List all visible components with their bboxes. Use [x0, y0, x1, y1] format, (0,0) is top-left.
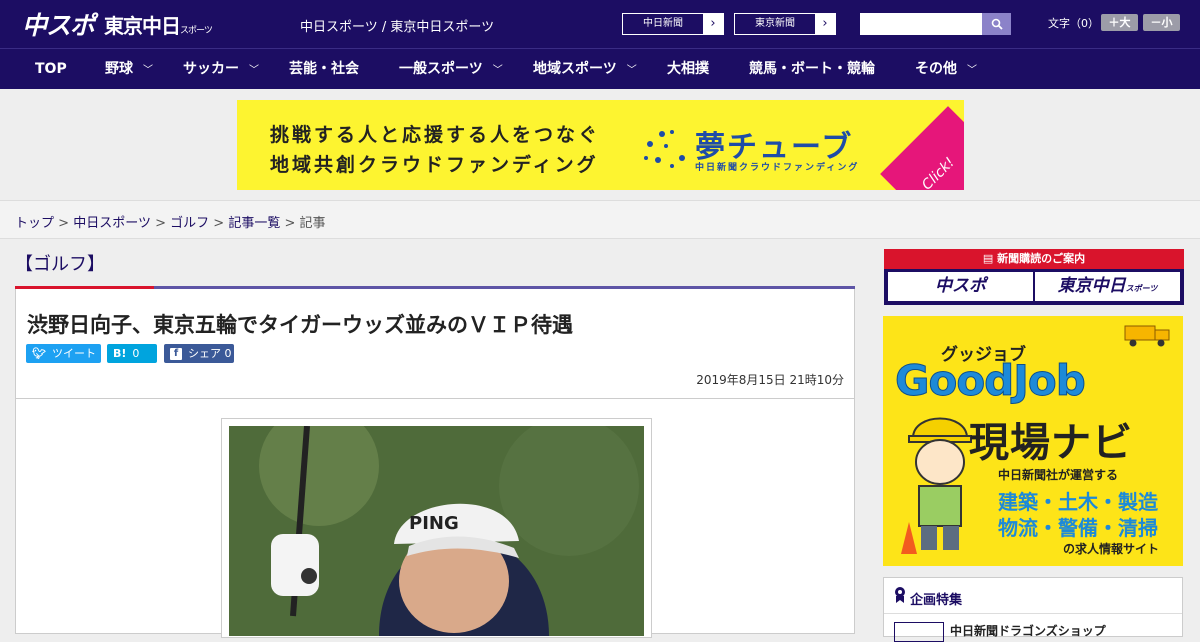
chevron-down-icon: ﹀: [143, 65, 153, 76]
site-logo[interactable]: 中スポ 東京中日スポーツ: [22, 7, 213, 41]
font-size-label: 文字（0）: [1048, 17, 1099, 30]
chevron-down-icon: ﹀: [626, 65, 637, 76]
main-nav: TOP 野球 ﹀ サッカー ﹀ 芸能・社会 一般スポーツ ﹀ 地域スポーツ ﹀ 大相撲 …: [0, 48, 1200, 89]
banner-copy: 挑戦する人と応援する人をつなぐ 地域共創クラウドファンディング: [270, 124, 601, 176]
award-ribbon-icon: [895, 587, 905, 603]
newspaper-icon: ▤: [982, 252, 998, 265]
article-photo[interactable]: PING: [229, 426, 644, 636]
nav-top[interactable]: TOP: [35, 49, 67, 89]
article-title: 渋野日向子、東京五輪でタイガーウッズ並みのＶＩＰ待遇: [27, 313, 573, 337]
chevron-right-icon: ›: [703, 14, 723, 34]
chunichi-shimbun-button[interactable]: 中日新聞 ›: [622, 13, 724, 35]
tweet-button[interactable]: 🐦︎ ツイート: [26, 344, 101, 363]
article-date: 2019年8月15日 21時10分: [696, 373, 844, 387]
golfer-photo-illustration: PING: [229, 426, 644, 636]
logo-chuspo: 中スポ: [22, 11, 95, 40]
hatena-icon: B!: [113, 347, 127, 360]
search-button[interactable]: [982, 13, 1011, 35]
goodjob-categories-2: 物流・警備・清掃: [998, 516, 1158, 540]
nav-general-sports[interactable]: 一般スポーツ ﹀: [399, 49, 503, 89]
search-icon: [991, 18, 1003, 30]
feature-dragons-shop-link[interactable]: 中日新聞ドラゴンズショップ: [950, 622, 1106, 639]
nav-sumo[interactable]: 大相撲: [667, 49, 709, 89]
hatena-count: 0: [132, 347, 140, 360]
article-card: 渋野日向子、東京五輪でタイガーウッズ並みのＶＩＰ待遇 🐦︎ ツイート B! 0 fシ…: [15, 289, 855, 638]
tokyo-shimbun-label: 東京新聞: [735, 14, 815, 34]
breadcrumb-current: 記事: [299, 216, 326, 231]
facebook-icon: f: [170, 347, 182, 360]
breadcrumb-article-list[interactable]: 記事一覧: [228, 216, 280, 231]
breadcrumb-chunichi-sports[interactable]: 中日スポーツ: [73, 216, 151, 231]
crowdfunding-banner[interactable]: 挑戦する人と応援する人をつなぐ 地域共創クラウドファンディング 夢チューブ 中日…: [237, 100, 964, 190]
features-box: 企画特集 中日新聞ドラゴンズショップ: [883, 577, 1183, 642]
goodjob-tagline: の求人情報サイト: [1063, 542, 1160, 556]
search-input[interactable]: [860, 13, 982, 35]
banner-area: 挑戦する人と応援する人をつなぐ 地域共創クラウドファンディング 夢チューブ 中日…: [0, 89, 1200, 200]
breadcrumb-golf[interactable]: ゴルフ: [170, 216, 209, 231]
breadcrumb-top[interactable]: トップ: [15, 216, 54, 231]
goodjob-categories-1: 建築・土木・製造: [998, 490, 1158, 514]
nav-baseball[interactable]: 野球 ﹀: [105, 49, 153, 89]
breadcrumb: トップ > 中日スポーツ > ゴルフ > 記事一覧 > 記事: [15, 216, 326, 231]
features-title: 企画特集: [910, 593, 963, 608]
banner-logo-sub: 中日新聞クラウドファンディング: [695, 163, 860, 173]
goodjob-logo: GoodJob: [895, 356, 1087, 406]
subscribe-tokyo-chunichi-button[interactable]: 東京中日スポーツ: [1035, 272, 1180, 301]
font-smaller-button[interactable]: －小: [1143, 14, 1180, 31]
breadcrumb-bar: トップ > 中日スポーツ > ゴルフ > 記事一覧 > 記事: [0, 200, 1200, 239]
chevron-down-icon: ﹀: [492, 65, 503, 76]
chevron-right-icon: ›: [815, 14, 835, 34]
truck-icon: [1124, 325, 1170, 347]
category-heading: 【ゴルフ】: [15, 254, 105, 275]
features-header: 企画特集: [884, 578, 1182, 614]
chunichi-shimbun-label: 中日新聞: [623, 14, 703, 34]
dots-icon: [644, 130, 685, 168]
site-links[interactable]: 中日スポーツ / 東京中日スポーツ: [300, 16, 494, 35]
subscribe-chuspo-button[interactable]: 中スポ: [888, 272, 1033, 301]
article-photo-frame: PING: [221, 418, 652, 638]
subscription-heading: ▤ 新聞購読のご案内: [884, 249, 1184, 269]
facebook-share-button[interactable]: f シェア 0: [164, 344, 234, 363]
subscription-box: ▤ 新聞購読のご案内 中スポ 東京中日スポーツ: [884, 249, 1184, 305]
nav-other[interactable]: その他 ﹀: [915, 49, 977, 89]
feature-thumbnail[interactable]: [894, 622, 944, 642]
tokyo-shimbun-button[interactable]: 東京新聞 ›: [734, 13, 836, 35]
genba-navi-title: 現場ナビ: [969, 420, 1133, 466]
chevron-down-icon: ﹀: [249, 65, 259, 76]
site-header: 中スポ 東京中日スポーツ 中日スポーツ / 東京中日スポーツ 中日新聞 › 東京…: [0, 0, 1200, 48]
goodjob-operator: 中日新聞社が運営する: [998, 468, 1119, 482]
chevron-down-icon: ﹀: [967, 65, 977, 76]
nav-local-sports[interactable]: 地域スポーツ ﹀: [533, 49, 637, 89]
nav-soccer[interactable]: サッカー ﹀: [183, 49, 259, 89]
facebook-count: 0: [224, 347, 232, 360]
goodjob-ad[interactable]: グッジョブ GoodJob 現場ナビ 中日新聞社が運営する 建築・土木・製造 物…: [883, 316, 1183, 566]
font-larger-button[interactable]: ＋大: [1101, 14, 1138, 31]
article-divider: [16, 398, 854, 399]
hatena-bookmark-button[interactable]: B! 0: [107, 344, 157, 363]
nav-entertainment[interactable]: 芸能・社会: [289, 49, 359, 89]
nav-racing[interactable]: 競馬・ボート・競輪: [749, 49, 875, 89]
logo-tokyo-chunichi: 東京中日スポーツ: [104, 13, 213, 38]
twitter-icon: 🐦︎: [32, 347, 46, 360]
cap-logo-text: PING: [409, 513, 459, 534]
